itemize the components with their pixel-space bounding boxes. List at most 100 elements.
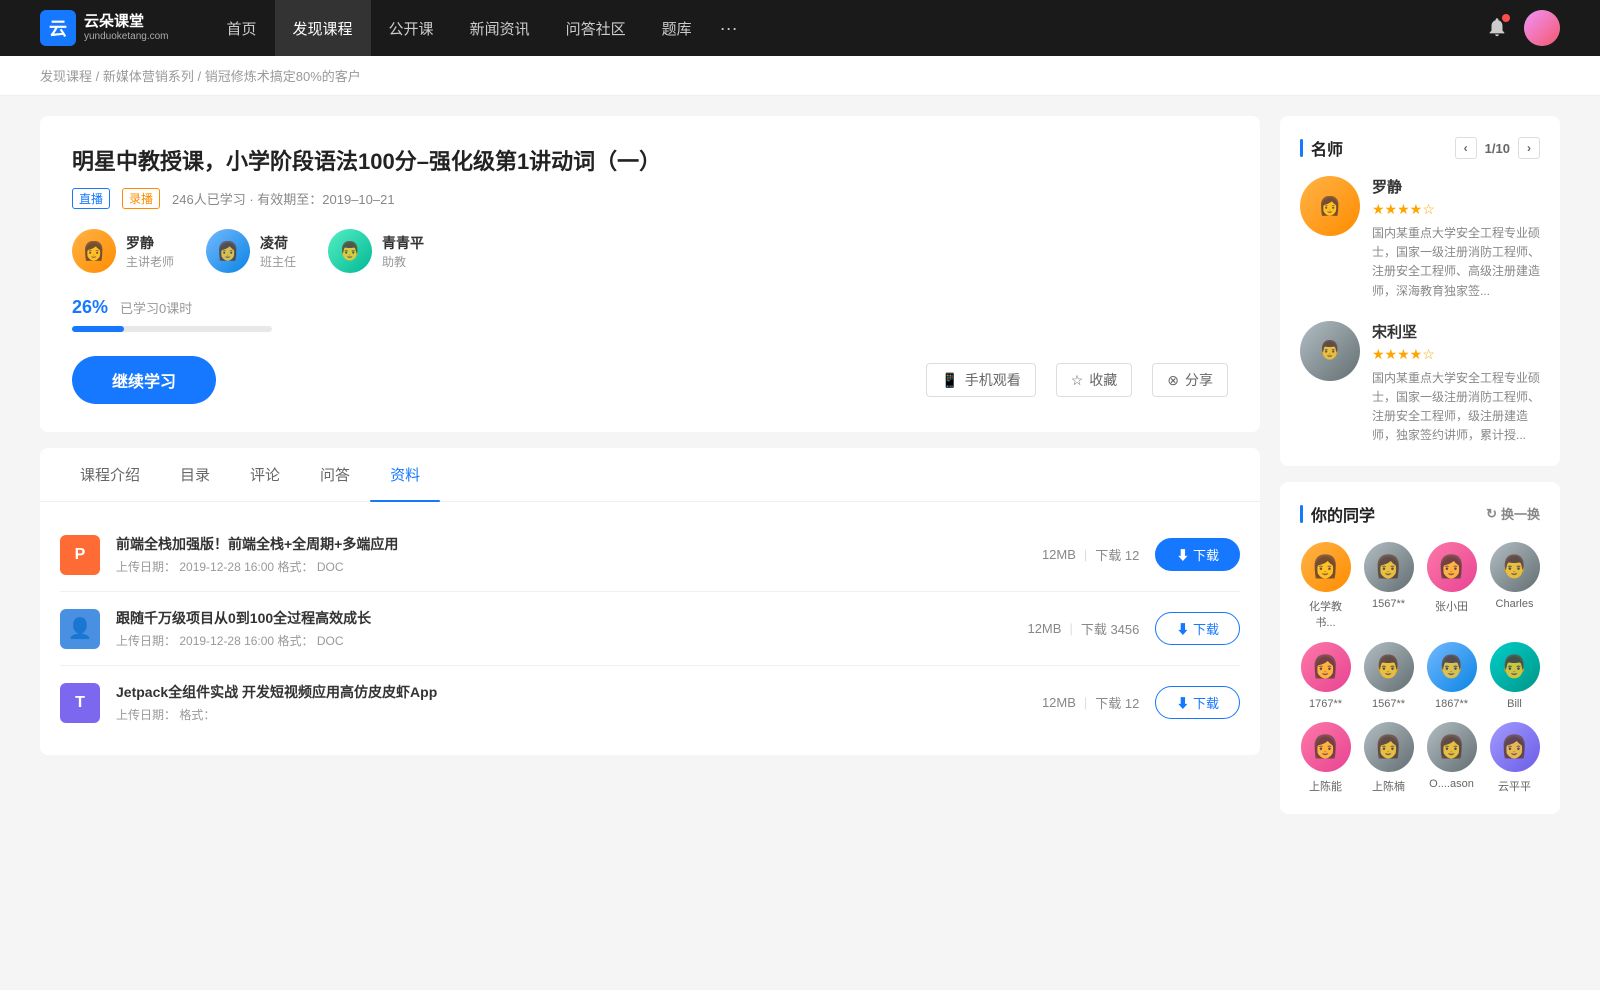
teachers-pagination: ‹ 1/10 › <box>1455 137 1540 159</box>
teacher-name-1: 凌荷 <box>260 233 296 253</box>
teacher-avatar-1: 👩 <box>206 229 250 273</box>
sidebar-teacher-0: 👩 罗静 ★★★★☆ 国内某重点大学安全工程专业硕士，国家一级注册消防工程师、注… <box>1300 176 1540 301</box>
classmate-avatar-7[interactable]: 👨 <box>1490 642 1540 692</box>
classmate-name-7: Bill <box>1507 698 1522 710</box>
content-area: 明星中教授课，小学阶段语法100分–强化级第1讲动词（一） 直播 录播 246人… <box>40 116 1260 830</box>
bell-button[interactable] <box>1486 16 1508 41</box>
nav-questions[interactable]: 题库 <box>644 0 710 56</box>
classmate-avatar-8[interactable]: 👩 <box>1301 722 1351 772</box>
classmate-0: 👩 化学教书... <box>1300 542 1351 630</box>
mobile-watch-btn[interactable]: 📱 手机观看 <box>926 363 1035 397</box>
teacher-1: 👩 凌荷 班主任 <box>206 229 296 273</box>
download-btn-2[interactable]: ⬇ 下载 <box>1155 686 1240 719</box>
classmate-avatar-1[interactable]: 👩 <box>1364 542 1414 592</box>
resource-meta-2: 上传日期： 格式： <box>116 706 963 723</box>
classmate-name-9: 上陈楠 <box>1372 778 1405 794</box>
nav-opencourse[interactable]: 公开课 <box>371 0 452 56</box>
classmate-11: 👩 云平平 <box>1489 722 1540 794</box>
mobile-icon: 📱 <box>941 372 958 389</box>
download-btn-1[interactable]: ⬇ 下载 <box>1155 612 1240 645</box>
share-icon: ⊗ <box>1167 372 1179 389</box>
teachers-sidebar-title: 名师 <box>1311 136 1343 160</box>
sidebar-teacher-1: 👨 宋利坚 ★★★★☆ 国内某重点大学安全工程专业硕士，国家一级注册消防工程师、… <box>1300 321 1540 446</box>
tab-comments[interactable]: 评论 <box>230 448 300 501</box>
sidebar: 名师 ‹ 1/10 › 👩 罗静 ★★★★☆ 国内某重点大学安全工程专业硕士，国… <box>1280 116 1560 830</box>
share-btn[interactable]: ⊗ 分享 <box>1152 363 1228 397</box>
resource-icon-1: 👤 <box>60 609 100 649</box>
page-next[interactable]: › <box>1518 137 1540 159</box>
sidebar-teacher-stars-0: ★★★★☆ <box>1372 201 1540 218</box>
resource-item-1: 👤 跟随千万级项目从0到100全过程高效成长 上传日期： 2019-12-28 … <box>60 592 1240 666</box>
classmate-name-8: 上陈能 <box>1309 778 1342 794</box>
tab-qa[interactable]: 问答 <box>300 448 370 501</box>
sidebar-teacher-name-1: 宋利坚 <box>1372 321 1540 342</box>
notification-dot <box>1502 14 1510 22</box>
classmate-5: 👨 1567** <box>1363 642 1414 710</box>
nav-more[interactable]: ··· <box>710 18 748 39</box>
classmates-card: 你的同学 ↻ 换一换 👩 化学教书... 👩 1567** <box>1280 482 1560 814</box>
user-avatar[interactable] <box>1524 10 1560 46</box>
sidebar-teacher-avatar-0: 👩 <box>1300 176 1360 236</box>
nav-news[interactable]: 新闻资讯 <box>452 0 548 56</box>
tabs-card: 课程介绍 目录 评论 问答 资料 P 前端全栈加强版！前端全栈+全周期+多端应用… <box>40 448 1260 755</box>
nav-qa[interactable]: 问答社区 <box>548 0 644 56</box>
resource-stats-2: 12MB | 下载 12 <box>979 693 1139 712</box>
breadcrumb-series[interactable]: 新媒体营销系列 <box>103 69 194 84</box>
resource-stats-0: 12MB | 下载 12 <box>979 545 1139 564</box>
teachers-sidebar-card: 名师 ‹ 1/10 › 👩 罗静 ★★★★☆ 国内某重点大学安全工程专业硕士，国… <box>1280 116 1560 466</box>
sidebar-teacher-name-0: 罗静 <box>1372 176 1540 197</box>
classmate-name-6: 1867** <box>1435 698 1468 710</box>
download-btn-0[interactable]: ⬇ 下载 <box>1155 538 1240 571</box>
sidebar-teacher-stars-1: ★★★★☆ <box>1372 346 1540 363</box>
refresh-classmates-btn[interactable]: ↻ 换一换 <box>1486 504 1540 523</box>
tab-intro[interactable]: 课程介绍 <box>60 448 160 501</box>
classmate-8: 👩 上陈能 <box>1300 722 1351 794</box>
classmate-name-0: 化学教书... <box>1300 598 1351 630</box>
classmate-name-10: O....ason <box>1429 778 1474 790</box>
logo[interactable]: 云 云朵课堂 yunduoketang.com <box>40 10 169 46</box>
classmate-4: 👩 1767** <box>1300 642 1351 710</box>
breadcrumb: 发现课程 / 新媒体营销系列 / 销冠修炼术搞定80%的客户 <box>0 56 1600 96</box>
tab-resources[interactable]: 资料 <box>370 448 440 501</box>
logo-pinyin: yunduoketang.com <box>84 31 169 43</box>
classmate-avatar-5[interactable]: 👨 <box>1364 642 1414 692</box>
classmate-avatar-6[interactable]: 👨 <box>1427 642 1477 692</box>
classmate-name-4: 1767** <box>1309 698 1342 710</box>
tabs-nav: 课程介绍 目录 评论 问答 资料 <box>40 448 1260 502</box>
logo-icon: 云 <box>40 10 76 46</box>
classmate-avatar-11[interactable]: 👩 <box>1490 722 1540 772</box>
breadcrumb-discover[interactable]: 发现课程 <box>40 69 92 84</box>
logo-name: 云朵课堂 <box>84 13 169 31</box>
progress-bar <box>72 326 272 332</box>
progress-pct: 26% <box>72 297 108 318</box>
continue-button[interactable]: 继续学习 <box>72 356 216 404</box>
tag-record: 录播 <box>122 188 160 209</box>
classmate-avatar-2[interactable]: 👩 <box>1427 542 1477 592</box>
nav-right <box>1486 10 1560 46</box>
main-layout: 明星中教授课，小学阶段语法100分–强化级第1讲动词（一） 直播 录播 246人… <box>0 96 1600 850</box>
teacher-role-1: 班主任 <box>260 253 296 270</box>
collect-btn[interactable]: ☆ 收藏 <box>1056 363 1133 397</box>
classmates-title: 你的同学 <box>1311 502 1375 526</box>
resource-meta-1: 上传日期： 2019-12-28 16:00 格式： DOC <box>116 632 963 649</box>
classmate-10: 👩 O....ason <box>1426 722 1477 794</box>
teacher-0: 👩 罗静 主讲老师 <box>72 229 174 273</box>
resource-name-0: 前端全栈加强版！前端全栈+全周期+多端应用 <box>116 534 963 554</box>
nav-home[interactable]: 首页 <box>209 0 275 56</box>
course-meta: 直播 录播 246人已学习 · 有效期至：2019–10–21 <box>72 188 1228 209</box>
classmate-avatar-3[interactable]: 👨 <box>1490 542 1540 592</box>
classmate-avatar-0[interactable]: 👩 <box>1301 542 1351 592</box>
classmate-avatar-9[interactable]: 👩 <box>1364 722 1414 772</box>
resource-name-1: 跟随千万级项目从0到100全过程高效成长 <box>116 608 963 628</box>
classmate-3: 👨 Charles <box>1489 542 1540 630</box>
classmate-7: 👨 Bill <box>1489 642 1540 710</box>
classmate-avatar-10[interactable]: 👩 <box>1427 722 1477 772</box>
course-actions: 继续学习 📱 手机观看 ☆ 收藏 ⊗ 分享 <box>72 356 1228 404</box>
tab-catalog[interactable]: 目录 <box>160 448 230 501</box>
teachers-list: 👩 罗静 主讲老师 👩 凌荷 班主任 <box>72 229 1228 273</box>
course-header-card: 明星中教授课，小学阶段语法100分–强化级第1讲动词（一） 直播 录播 246人… <box>40 116 1260 432</box>
nav-discover[interactable]: 发现课程 <box>275 0 371 56</box>
page-prev[interactable]: ‹ <box>1455 137 1477 159</box>
classmate-avatar-4[interactable]: 👩 <box>1301 642 1351 692</box>
classmate-name-3: Charles <box>1496 598 1534 610</box>
